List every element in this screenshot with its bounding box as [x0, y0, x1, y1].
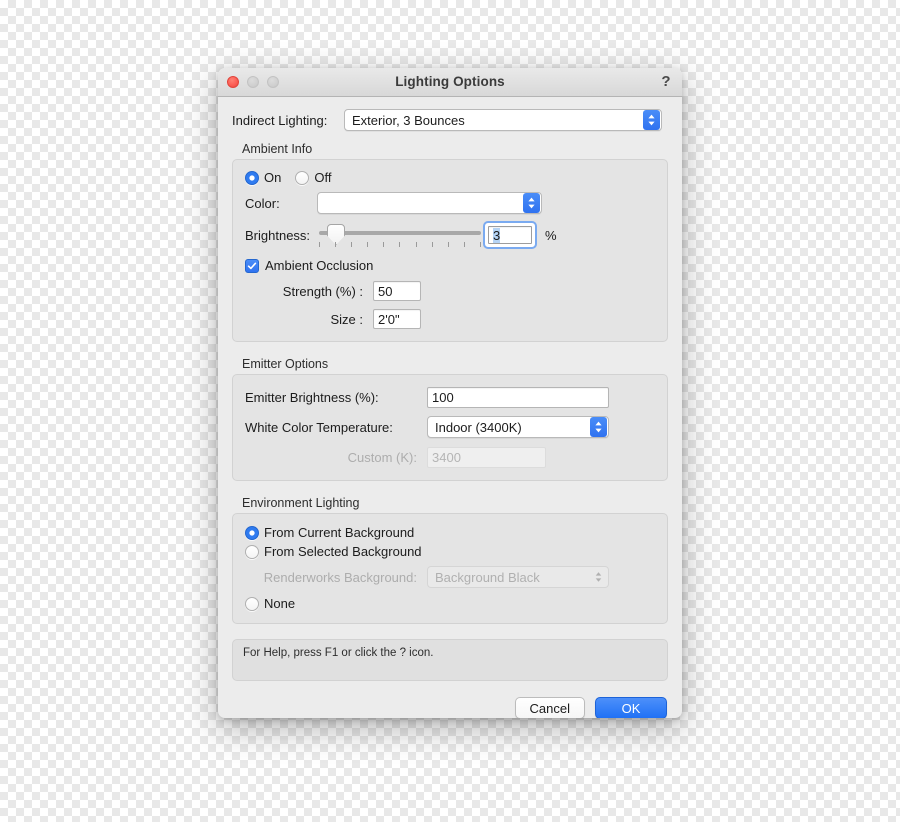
occlusion-size-value: 2'0" — [378, 311, 400, 327]
ambient-state-row: On Off — [245, 170, 655, 185]
checkbox-ambient-occlusion[interactable]: Ambient Occlusion — [245, 258, 373, 273]
radio-selected-icon — [245, 525, 259, 540]
ambient-brightness-row: Brightness: 3 % — [245, 221, 655, 249]
radio-ambient-off-label: Off — [314, 170, 332, 185]
indirect-lighting-select[interactable]: Exterior, 3 Bounces — [344, 109, 662, 131]
title-bar: Lighting Options ? — [218, 68, 682, 97]
indirect-lighting-value: Exterior, 3 Bounces — [352, 112, 465, 128]
radio-from-selected-background-label: From Selected Background — [264, 544, 422, 559]
custom-kelvin-value: 3400 — [432, 450, 461, 465]
help-text: For Help, press F1 or click the ? icon. — [243, 647, 434, 659]
brightness-input[interactable]: 3 — [488, 226, 532, 244]
custom-kelvin-input: 3400 — [427, 447, 546, 468]
occlusion-size-label: Size : — [330, 311, 363, 327]
checkmark-icon — [245, 258, 259, 273]
occlusion-size-row: Size : 2'0" — [245, 309, 655, 329]
emitter-options-body: Emitter Brightness (%): 100 White Color … — [232, 374, 668, 481]
ambient-color-select[interactable] — [317, 192, 542, 214]
cancel-button[interactable]: Cancel — [514, 697, 585, 718]
emitter-brightness-input[interactable]: 100 — [427, 387, 609, 408]
environment-lighting-group: Environment Lighting From Current Backgr… — [232, 496, 668, 624]
radio-unselected-icon — [245, 596, 259, 611]
radio-row-selected-background: From Selected Background — [245, 544, 655, 559]
radio-from-selected-background[interactable]: From Selected Background — [245, 544, 422, 559]
radio-row-none: None — [245, 596, 655, 611]
indirect-lighting-label: Indirect Lighting: — [232, 112, 328, 128]
ambient-occlusion-row: Ambient Occlusion — [245, 258, 655, 273]
chevron-up-down-icon — [643, 110, 660, 130]
lighting-options-dialog: Lighting Options ? Indirect Lighting: Ex… — [218, 68, 682, 718]
ambient-info-title: Ambient Info — [242, 142, 313, 156]
radio-none-label: None — [264, 596, 296, 611]
ambient-info-group: Ambient Info On Off Color: Brightness: 3… — [232, 142, 668, 342]
occlusion-size-input[interactable]: 2'0" — [373, 309, 421, 329]
white-color-temperature-label: White Color Temperature: — [245, 419, 393, 435]
renderworks-background-value: Background Black — [435, 569, 540, 585]
radio-unselected-icon — [245, 544, 259, 559]
custom-kelvin-label: Custom (K): — [347, 450, 417, 465]
white-color-temperature-value: Indoor (3400K) — [435, 419, 522, 435]
dialog-content: Indirect Lighting: Exterior, 3 Bounces A… — [218, 97, 682, 718]
occlusion-strength-row: Strength (%) : 50 — [245, 281, 655, 301]
renderworks-background-label: Renderworks Background: — [263, 569, 417, 585]
environment-lighting-title: Environment Lighting — [242, 496, 360, 510]
brightness-input-value: 3 — [493, 227, 501, 243]
radio-row-current-background: From Current Background — [245, 525, 655, 540]
brightness-slider[interactable] — [317, 222, 483, 248]
radio-ambient-on-label: On — [264, 170, 282, 185]
occlusion-strength-value: 50 — [378, 283, 393, 299]
help-text-box: For Help, press F1 or click the ? icon. — [232, 639, 668, 681]
radio-from-current-background-label: From Current Background — [264, 525, 415, 540]
white-color-temperature-select[interactable]: Indoor (3400K) — [427, 416, 609, 438]
ok-button[interactable]: OK — [595, 697, 667, 718]
chevron-up-down-icon — [523, 193, 540, 213]
radio-unselected-icon — [295, 170, 310, 185]
renderworks-background-row: Renderworks Background: Background Black — [245, 566, 655, 588]
radio-selected-icon — [245, 170, 259, 185]
dialog-buttons: Cancel OK — [232, 697, 668, 718]
brightness-unit-label: % — [545, 227, 557, 243]
custom-kelvin-row: Custom (K): 3400 — [245, 447, 655, 468]
white-color-temperature-row: White Color Temperature: Indoor (3400K) — [245, 416, 655, 438]
ambient-brightness-label: Brightness: — [245, 227, 311, 243]
occlusion-strength-label: Strength (%) : — [282, 283, 363, 299]
occlusion-strength-input[interactable]: 50 — [373, 281, 421, 301]
ambient-occlusion-label: Ambient Occlusion — [265, 258, 374, 273]
emitter-options-group: Emitter Options Emitter Brightness (%): … — [232, 357, 668, 481]
emitter-brightness-row: Emitter Brightness (%): 100 — [245, 387, 655, 408]
emitter-brightness-label: Emitter Brightness (%): — [245, 390, 379, 405]
indirect-lighting-row: Indirect Lighting: Exterior, 3 Bounces — [232, 109, 668, 131]
ambient-color-label: Color: — [245, 195, 280, 211]
radio-none[interactable]: None — [245, 596, 295, 611]
radio-ambient-on[interactable]: On — [245, 170, 281, 185]
ambient-info-body: On Off Color: Brightness: 3 % Ambient Oc… — [232, 159, 668, 342]
renderworks-background-select: Background Black — [427, 566, 609, 588]
slider-ticks — [319, 242, 481, 247]
radio-from-current-background[interactable]: From Current Background — [245, 525, 414, 540]
help-question-mark-icon[interactable]: ? — [659, 72, 673, 91]
chevron-up-down-icon — [590, 567, 607, 587]
radio-ambient-off[interactable]: Off — [295, 170, 331, 185]
chevron-up-down-icon — [590, 417, 607, 437]
emitter-options-title: Emitter Options — [242, 357, 329, 371]
brightness-input-focus-ring: 3 — [483, 221, 537, 249]
window-title: Lighting Options — [395, 74, 505, 89]
emitter-brightness-value: 100 — [432, 390, 454, 405]
ambient-color-row: Color: — [245, 192, 655, 214]
environment-lighting-body: From Current Background From Selected Ba… — [232, 513, 668, 624]
